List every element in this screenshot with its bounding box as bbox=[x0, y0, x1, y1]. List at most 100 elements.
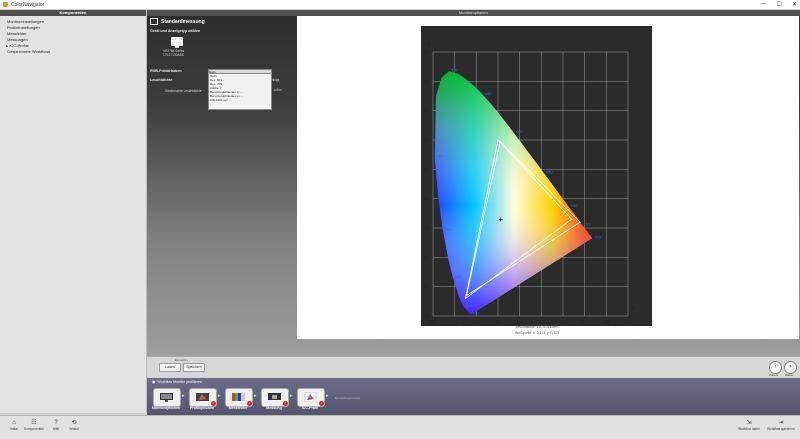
home-icon: ⌂ bbox=[12, 420, 16, 426]
wavelength-label: 700 bbox=[594, 234, 601, 239]
window-controls: — ☐ ✕ bbox=[761, 1, 797, 8]
workflow-arrow-icon: ▸ bbox=[290, 393, 293, 399]
wavelength-label: 520 bbox=[451, 67, 458, 72]
measurement-icon bbox=[268, 393, 281, 400]
load-workflow-button[interactable]: ⇲ Workflow laden bbox=[736, 419, 762, 431]
minimize-button[interactable]: — bbox=[761, 1, 767, 8]
workflow-mode-text: Einstellungsmodus bbox=[335, 396, 361, 400]
page-header: Standardmessung bbox=[150, 18, 205, 25]
components-tree: Monitoreinstellungen Profileinstellungen… bbox=[0, 19, 146, 55]
y-tick-label: 0.7 bbox=[423, 108, 429, 113]
wavelength-label: 380 bbox=[473, 311, 480, 316]
load-workflow-icon: ⇲ bbox=[746, 420, 752, 426]
rgb-primaries-label: RGB-Primärfarben bbox=[150, 69, 182, 73]
components-icon: ☷ bbox=[31, 420, 37, 426]
wavelength-label: 560 bbox=[516, 129, 523, 134]
x-tick-label: 0.8 bbox=[604, 319, 610, 324]
y-tick-label: 0.8 bbox=[423, 79, 429, 84]
x-tick-label: 0.7 bbox=[582, 319, 588, 324]
y-tick-label: 0.4 bbox=[423, 196, 429, 201]
action-bar: Einstellen Laden Speichern ‹ Zurück › We… bbox=[147, 356, 800, 379]
workflow-step-profile-options[interactable]: ✓ bbox=[189, 388, 217, 407]
maximize-button[interactable]: ☐ bbox=[777, 1, 782, 8]
wavelength-label: 490 bbox=[445, 227, 452, 232]
x-tick-label: 0.2 bbox=[474, 319, 480, 324]
monitor-icon[interactable] bbox=[171, 37, 183, 48]
initial-button[interactable]: ⌂ Initial bbox=[4, 419, 24, 431]
wavelength-label: 600 bbox=[571, 203, 578, 208]
workflow-label-monitor-options: Monitoroptionen bbox=[151, 406, 181, 410]
next-label: Weiter bbox=[785, 373, 794, 377]
app-icon bbox=[3, 2, 8, 7]
components-panel: Komponenten Monitoreinstellungen Profile… bbox=[0, 10, 147, 413]
workflow-arrow-icon: ▸ bbox=[182, 393, 185, 399]
y-tick-label: 0.1 bbox=[423, 284, 429, 289]
monitor-options-icon bbox=[160, 393, 173, 402]
x-axis-label: x bbox=[632, 306, 635, 312]
wavelength-label: 540 bbox=[485, 91, 492, 96]
cie-chromaticity-chart: 480 490 500 520 540 560 580 600 620 700 460380 0.0… bbox=[423, 42, 635, 335]
x-tick-label: 0.0 bbox=[430, 319, 436, 324]
save-workflow-icon: ⇥ bbox=[778, 420, 784, 426]
next-arrow-icon: › bbox=[789, 364, 792, 370]
luminance-right-label: einige bbox=[271, 78, 280, 82]
close-button[interactable]: ✕ bbox=[792, 1, 797, 8]
save-button[interactable]: Speichern bbox=[183, 363, 205, 372]
workflow-label-measurement: Messung bbox=[266, 406, 282, 410]
workflow-title: ▣ Workflow Monitor profilieren bbox=[152, 380, 202, 384]
x-tick-label: 0.4 bbox=[517, 319, 523, 324]
wavelength-label: 500 bbox=[437, 154, 444, 159]
y-tick-label: 0.3 bbox=[423, 226, 429, 231]
rgb-primaries-dropdown-list: Nativ Rec. 601 Rec. 709 Adobe © Benutzer… bbox=[208, 73, 272, 110]
window-title: ColorNavigator bbox=[11, 1, 45, 8]
history-icon: ⟲ bbox=[71, 420, 77, 426]
workflow-label-patches: Messfelder bbox=[228, 406, 248, 410]
y-tick-label: 0.9 bbox=[423, 50, 429, 55]
x-tick-label: 0.6 bbox=[560, 319, 566, 324]
y-tick-label: 0.0 bbox=[423, 314, 429, 319]
x-tick-label: 0.5 bbox=[539, 319, 545, 324]
y-tick-label: 0.6 bbox=[423, 138, 429, 143]
help-status-button[interactable]: ? Hilfe bbox=[46, 419, 66, 431]
tree-item-gespeicherte-workflows[interactable]: Gespeicherte Workflows bbox=[6, 49, 146, 55]
wavelength-label: 580 bbox=[546, 169, 553, 174]
whitepoint-caption: Weißpunkt: x: 0,313, y: 0,329 bbox=[515, 331, 559, 335]
chromaticity-panel: 480 490 500 520 540 560 580 600 620 700 460 380 0.0… bbox=[297, 16, 799, 339]
workflow-label-profile-options: Profiloptionen bbox=[189, 406, 215, 410]
device-serial: 17S17130ABS bbox=[163, 53, 184, 57]
luminance-unit: cd/m² bbox=[274, 88, 282, 92]
workflow-step-monitor-options[interactable] bbox=[153, 388, 181, 407]
device-section-label: Gerät und Anzeigetyp wählen bbox=[150, 29, 201, 33]
status-bar: ⌂ Initial ☷ Komponenten ? Hilfe ⟲ Verlauf ⇲ W… bbox=[0, 415, 800, 439]
workflow-step-measurement[interactable]: ✓ bbox=[261, 388, 289, 407]
page-title: Standardmessung bbox=[161, 18, 205, 25]
back-label: Zurück bbox=[769, 373, 779, 377]
workflow-arrow-icon: ▸ bbox=[218, 393, 221, 399]
workflow-panel: ▣ Workflow Monitor profilieren Monitoropt… bbox=[147, 378, 800, 415]
workflow-label-icc-profile: ICC-Profil bbox=[301, 406, 319, 410]
load-button[interactable]: Laden bbox=[159, 363, 181, 372]
x-tick-label: 0.1 bbox=[452, 319, 458, 324]
components-header: Komponenten bbox=[0, 10, 146, 16]
workflow-icon: ▣ bbox=[152, 380, 156, 384]
x-tick-label: 0.3 bbox=[495, 319, 501, 324]
main-area: Standardmessung Gerät und Anzeigetyp wäh… bbox=[147, 16, 800, 356]
wavelength-label: 620 bbox=[585, 222, 592, 227]
expand-arrow-icon[interactable]: ▶ bbox=[6, 44, 8, 48]
components-button[interactable]: ☷ Komponenten bbox=[24, 419, 44, 431]
back-arrow-icon: ‹ bbox=[774, 364, 777, 370]
window-titlebar: ColorNavigator — ☐ ✕ bbox=[0, 0, 800, 10]
save-workflow-button[interactable]: ⇥ Workflow speichern bbox=[766, 419, 796, 431]
history-button[interactable]: ⟲ Verlauf bbox=[64, 419, 84, 431]
workflow-step-patches[interactable]: ✓ bbox=[225, 388, 253, 407]
profile-options-icon bbox=[196, 393, 209, 401]
target-luminance-label: Gewünschte Leuchtdichte bbox=[165, 89, 202, 93]
y-axis-label: y bbox=[428, 42, 431, 48]
measurement-icon bbox=[150, 18, 158, 25]
workflow-arrow-icon: ▸ bbox=[326, 393, 329, 399]
x-tick-label: 0.9 bbox=[625, 319, 631, 324]
wavelength-label: 480 bbox=[455, 274, 462, 279]
luminance-caption: Leuchtdichte: 140,000 cd/m² bbox=[516, 325, 560, 329]
workflow-step-icc-profile[interactable]: ✓ bbox=[297, 388, 325, 407]
dropdown-option[interactable]: CIE 1931 xyz bbox=[209, 98, 271, 102]
